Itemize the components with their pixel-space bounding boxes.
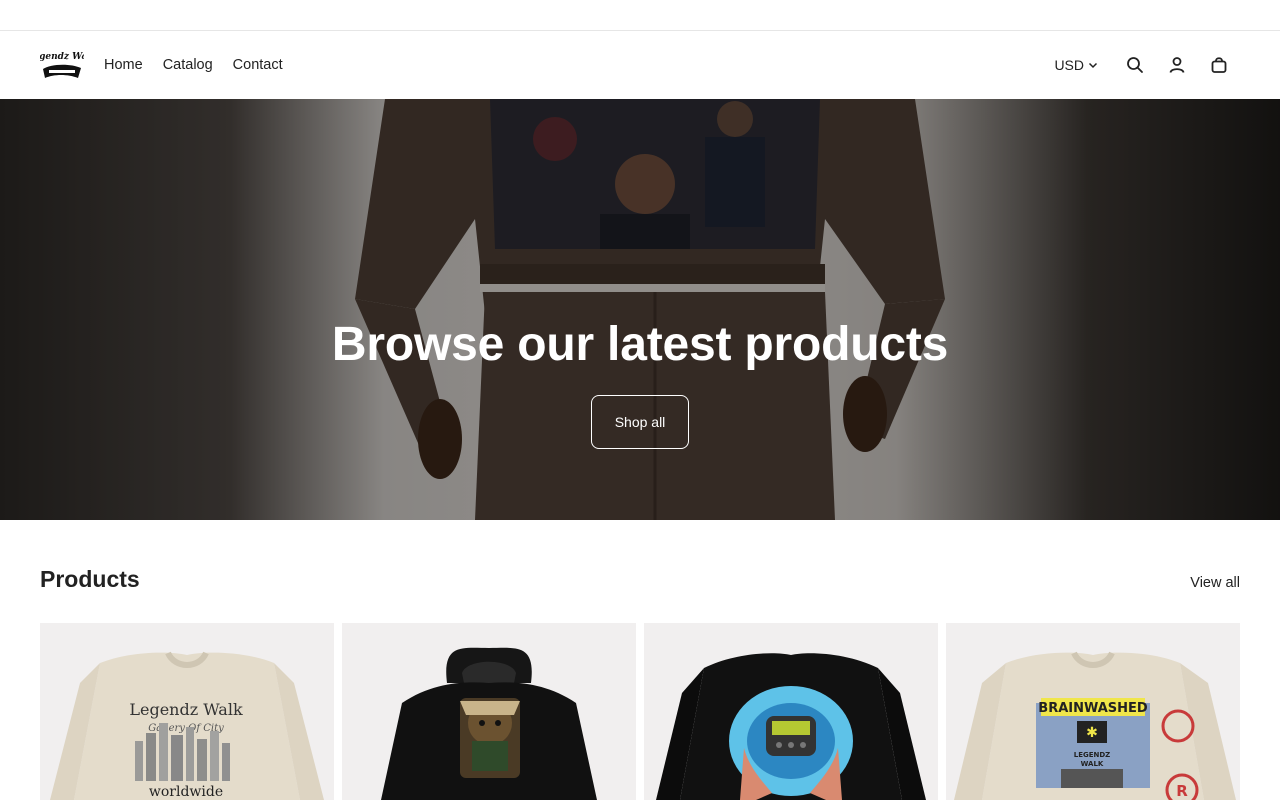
search-icon — [1127, 57, 1143, 73]
cart-button[interactable] — [1198, 45, 1240, 85]
shop-all-button[interactable]: Shop all — [591, 395, 689, 449]
products-title: Products — [40, 566, 140, 592]
announcement-bar — [0, 0, 1280, 31]
main-nav: Home Catalog Contact — [104, 58, 283, 73]
logo-text: Legendz Walk — [40, 52, 84, 62]
product-card[interactable] — [644, 623, 938, 800]
print-text-3: worldwide — [149, 784, 223, 800]
product-grid: Legendz Walk Gallery Of City worldwide — [40, 623, 1240, 800]
currency-label: USD — [1054, 57, 1084, 73]
product-image-brainwashed-sweatshirt: BRAINWASHED ✱ LEGENDZ WALK R — [954, 651, 1236, 800]
product-image-black-sweatshirt — [656, 653, 926, 800]
hero-title: Browse our latest products — [331, 318, 949, 371]
hero-content: Browse our latest products Shop all — [0, 317, 1280, 449]
nav-catalog[interactable]: Catalog — [163, 58, 213, 73]
print-text-2: LEGENDZ — [1074, 751, 1111, 759]
product-card[interactable] — [342, 623, 636, 800]
header-actions: USD — [1054, 45, 1240, 85]
cart-icon — [1211, 57, 1227, 73]
nav-contact[interactable]: Contact — [233, 58, 283, 73]
products-header: Products View all — [40, 566, 1240, 593]
print-text-1: Legendz Walk — [129, 700, 243, 719]
product-image-black-hoodie — [381, 647, 597, 800]
view-all-link[interactable]: View all — [1190, 575, 1240, 591]
logo[interactable]: Legendz Walk — [40, 47, 84, 83]
site-header: Legendz Walk Home Catalog Contact USD — [0, 31, 1280, 99]
nav-home[interactable]: Home — [104, 58, 143, 73]
search-button[interactable] — [1114, 45, 1156, 85]
product-image-cream-sweatshirt: Legendz Walk Gallery Of City worldwide — [50, 651, 324, 800]
currency-selector[interactable]: USD — [1054, 57, 1098, 73]
chevron-down-icon — [1088, 62, 1098, 69]
account-button[interactable] — [1156, 45, 1198, 85]
svg-text:R: R — [1176, 782, 1188, 800]
svg-text:✱: ✱ — [1086, 725, 1098, 741]
hero-overlay — [0, 99, 1280, 520]
logo-mark: Legendz Walk — [40, 52, 84, 78]
product-card[interactable]: BRAINWASHED ✱ LEGENDZ WALK R — [946, 623, 1240, 800]
print-text-3: WALK — [1081, 760, 1104, 768]
print-text-1: BRAINWASHED — [1038, 701, 1148, 716]
hero-banner: Browse our latest products Shop all — [0, 99, 1280, 520]
account-icon — [1169, 57, 1185, 73]
product-card[interactable]: Legendz Walk Gallery Of City worldwide — [40, 623, 334, 800]
